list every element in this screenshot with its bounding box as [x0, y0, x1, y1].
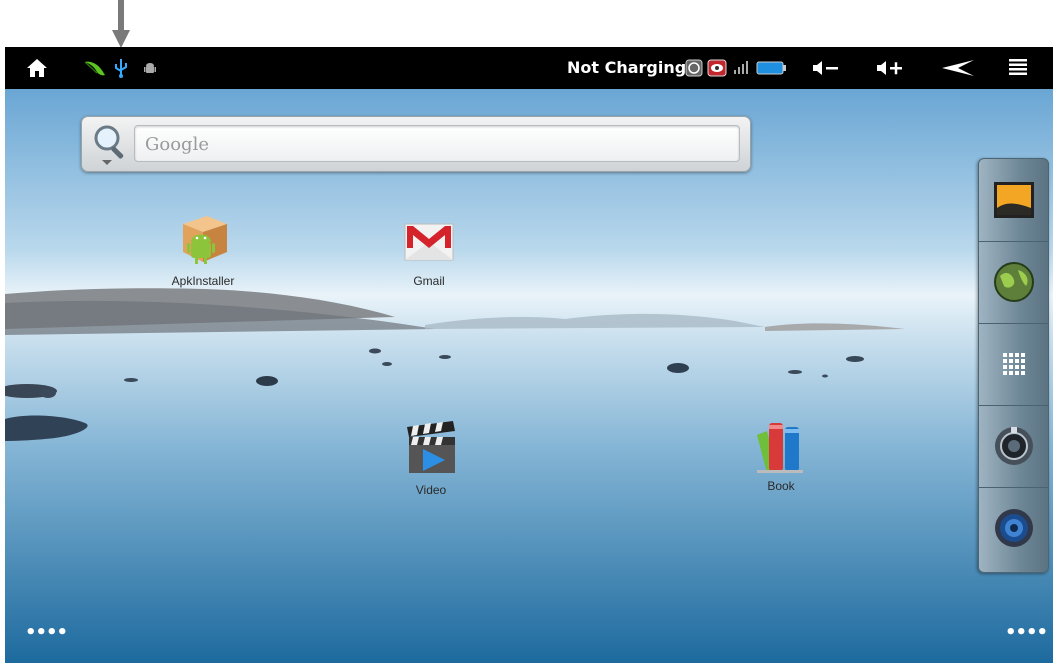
gallery-icon[interactable]	[979, 159, 1048, 242]
battery-icon	[755, 47, 787, 89]
google-search-widget[interactable]: Google	[81, 116, 751, 172]
app-video[interactable]: Video	[376, 417, 486, 497]
book-icon	[757, 423, 803, 473]
volume-down-icon[interactable]	[809, 47, 843, 89]
page-indicator-right[interactable]: ••••	[1005, 622, 1048, 643]
usb-icon	[111, 47, 131, 89]
back-icon[interactable]	[938, 47, 978, 89]
search-input[interactable]: Google	[134, 125, 740, 162]
device-screen: Not Charging Google ApkInstaller Gmail V…	[5, 47, 1053, 663]
eye-icon	[706, 47, 728, 89]
app-drawer-icon[interactable]	[979, 323, 1048, 406]
signal-icon	[731, 47, 751, 89]
app-apkinstaller[interactable]: ApkInstaller	[148, 208, 258, 288]
apkinstaller-icon	[183, 216, 227, 264]
page-indicator-left[interactable]: ••••	[25, 622, 68, 643]
home-icon[interactable]	[21, 47, 53, 89]
leaf-icon	[81, 47, 109, 89]
android-debug-icon	[141, 47, 159, 89]
app-label: Gmail	[413, 274, 445, 288]
app-book[interactable]: Book	[726, 413, 836, 493]
screen-rotate-icon	[683, 47, 705, 89]
video-clapperboard-icon	[407, 421, 455, 473]
app-label: ApkInstaller	[171, 274, 235, 288]
menu-icon[interactable]	[1003, 47, 1033, 89]
app-label: Book	[767, 479, 795, 493]
pointer-arrow-annotation	[112, 0, 130, 48]
app-label: Video	[415, 483, 447, 497]
browser-globe-icon[interactable]	[979, 241, 1048, 324]
volume-up-icon[interactable]	[873, 47, 907, 89]
gmail-envelope-icon	[404, 223, 454, 261]
search-magnifier-icon[interactable]	[90, 122, 132, 166]
charging-status-text: Not Charging	[567, 58, 687, 77]
wallpaper-lake	[5, 89, 1053, 663]
app-dock	[978, 158, 1049, 573]
status-bar: Not Charging	[5, 47, 1053, 89]
app-gmail[interactable]: Gmail	[374, 208, 484, 288]
music-speaker-icon[interactable]	[979, 487, 1048, 569]
camera-icon[interactable]	[979, 405, 1048, 488]
